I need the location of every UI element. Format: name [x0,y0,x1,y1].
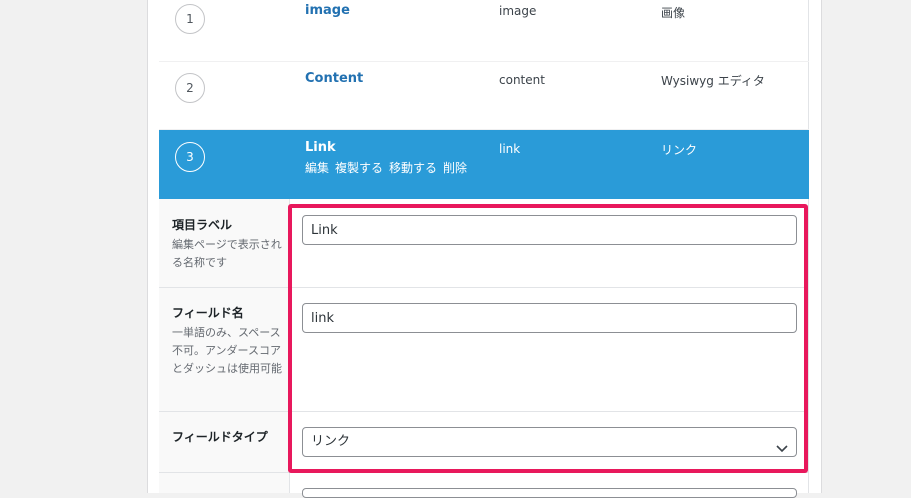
field-name-input[interactable] [302,303,797,333]
field-type: 画像 [661,6,686,20]
settings-divider [159,472,809,473]
field-type-select[interactable]: リンク [302,427,797,457]
move-action[interactable]: 移動する [389,161,437,175]
edit-action[interactable]: 編集 [305,161,329,175]
setting-title-type: フィールドタイプ [172,430,268,444]
field-order-badge[interactable]: 2 [175,73,205,103]
field-order-badge[interactable]: 3 [175,142,205,172]
field-type: リンク [661,143,698,157]
field-name: link [499,142,521,156]
next-setting-input[interactable] [302,488,797,498]
field-order-badge[interactable]: 1 [175,4,205,34]
settings-divider [159,411,809,412]
settings-divider [159,287,809,288]
field-type: Wysiwyg エディタ [661,74,765,88]
setting-title-label: 項目ラベル [172,218,233,232]
field-row-active[interactable]: 3 Link 編集 複製する 移動する 削除 link リンク [159,130,809,199]
row-actions: 編集 複製する 移動する 削除 [305,161,475,176]
field-label-link[interactable]: Content [305,71,363,86]
field-name: image [499,4,537,18]
field-name: content [499,73,545,87]
field-label-input[interactable] [302,215,797,245]
field-row[interactable]: 1 image image 画像 [159,0,809,62]
duplicate-action[interactable]: 複製する [335,161,383,175]
setting-desc-label: 編集ページで表示される名称です [172,238,282,269]
field-label-link[interactable]: image [305,3,350,18]
field-row[interactable]: 2 Content content Wysiwyg エディタ [159,62,809,130]
chevron-down-icon [776,437,788,465]
delete-action[interactable]: 削除 [443,161,467,175]
setting-title-name: フィールド名 [172,306,244,320]
setting-desc-name: 一単語のみ、スペース不可。アンダースコアとダッシュは使用可能 [172,326,282,375]
field-label-link[interactable]: Link [305,140,336,155]
field-type-selected: リンク [311,434,351,449]
